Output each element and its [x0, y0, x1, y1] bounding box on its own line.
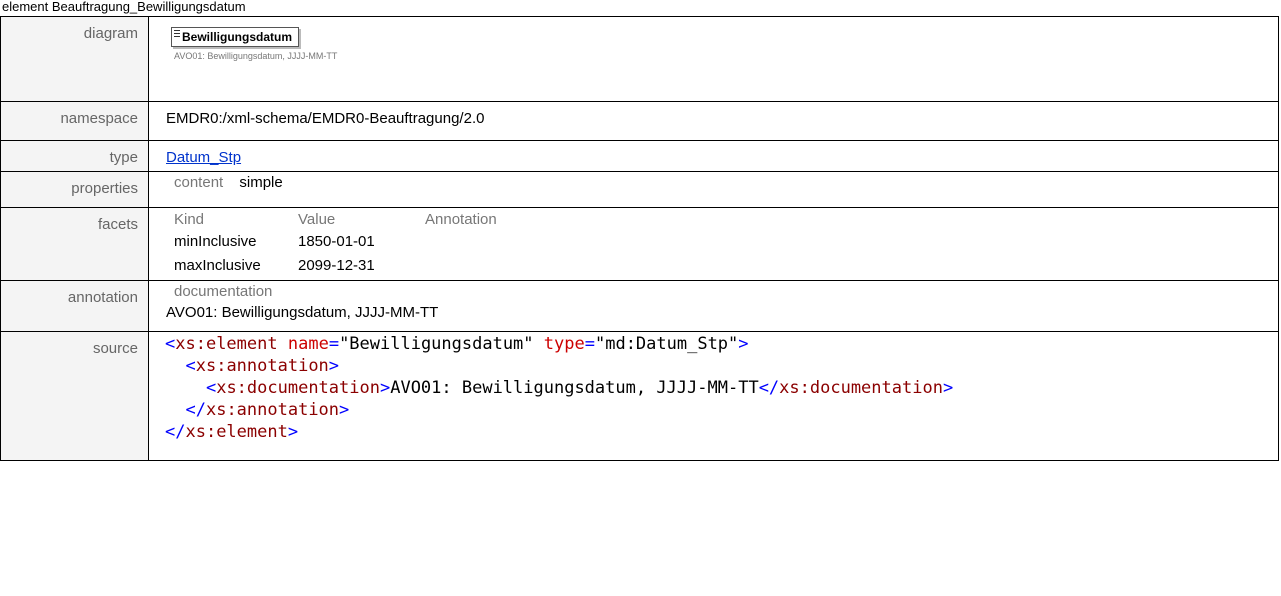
facets-table: Kind Value Annotation minInclusive 1850-…	[174, 210, 1278, 278]
facet-kind: minInclusive	[174, 233, 257, 250]
facet-annotation	[425, 254, 625, 278]
facet-value: 1850-01-01	[298, 233, 375, 250]
source-row: source <xs:element name="Bewilligungsdat…	[0, 331, 1279, 461]
source-label: source	[0, 331, 149, 461]
properties-value: simple	[239, 174, 283, 191]
properties-row: properties content simple	[0, 171, 1279, 208]
type-label: type	[0, 140, 149, 172]
diagram-row: diagram Bewilligungsdatum AVO01: Bewilli…	[0, 16, 1279, 102]
diagram-label: diagram	[0, 16, 149, 102]
element-diagram-box[interactable]: Bewilligungsdatum	[171, 27, 300, 47]
facets-cell: Kind Value Annotation minInclusive 1850-…	[148, 207, 1279, 281]
facets-header-value: Value	[298, 211, 336, 228]
facets-row: facets Kind Value Annotation minInclusiv…	[0, 207, 1279, 281]
src-attr: name	[287, 334, 329, 354]
element-lines-icon	[174, 30, 180, 37]
src-tag: xs:documentation	[216, 378, 380, 398]
schema-doc-table: diagram Bewilligungsdatum AVO01: Bewilli…	[0, 16, 1279, 461]
annotation-value: AVO01: Bewilligungsdatum, JJJJ-MM-TT	[166, 304, 439, 321]
src-tag: xs:annotation	[205, 400, 340, 420]
namespace-row: namespace EMDR0:/xml-schema/EMDR0-Beauft…	[0, 101, 1279, 141]
annotation-label: annotation	[0, 280, 149, 332]
src-tag: xs:annotation	[195, 356, 329, 376]
facets-header-kind: Kind	[174, 211, 205, 228]
type-row: type Datum_Stp	[0, 140, 1279, 172]
facets-label: facets	[0, 207, 149, 281]
src-attr: type	[543, 334, 585, 354]
src-doc-text: AVO01: Bewilligungsdatum, JJJJ-MM-TT	[390, 378, 759, 398]
type-link[interactable]: Datum_Stp	[166, 149, 241, 166]
src-attr-value: "md:Datum_Stp"	[594, 334, 739, 354]
properties-key: content	[174, 174, 224, 191]
diagram-cell: Bewilligungsdatum AVO01: Bewilligungsdat…	[148, 16, 1279, 102]
facet-annotation	[425, 230, 625, 254]
source-code: <xs:element name="Bewilligungsdatum" typ…	[165, 334, 954, 442]
facet-value: 2099-12-31	[298, 257, 375, 274]
namespace-value: EMDR0:/xml-schema/EMDR0-Beauftragung/2.0	[148, 101, 1279, 141]
src-attr-value: "Bewilligungsdatum"	[339, 334, 534, 354]
facets-header-annotation: Annotation	[425, 211, 497, 228]
source-cell: <xs:element name="Bewilligungsdatum" typ…	[148, 331, 1279, 461]
properties-cell: content simple	[148, 171, 1279, 208]
src-tag: xs:element	[185, 422, 288, 442]
type-cell: Datum_Stp	[148, 140, 1279, 172]
page-title: element Beauftragung_Bewilligungsdatum	[2, 0, 246, 14]
annotation-cell: documentation AVO01: Bewilligungsdatum, …	[148, 280, 1279, 332]
src-tag: xs:documentation	[779, 378, 943, 398]
diagram-element-name: Bewilligungsdatum	[182, 30, 293, 44]
src-tag: xs:element	[175, 334, 278, 354]
annotation-row: annotation documentation AVO01: Bewillig…	[0, 280, 1279, 332]
properties-label: properties	[0, 171, 149, 208]
diagram-note: AVO01: Bewilligungsdatum, JJJJ-MM-TT	[174, 51, 338, 61]
annotation-key: documentation	[174, 283, 273, 300]
namespace-label: namespace	[0, 101, 149, 141]
facet-kind: maxInclusive	[174, 257, 261, 274]
